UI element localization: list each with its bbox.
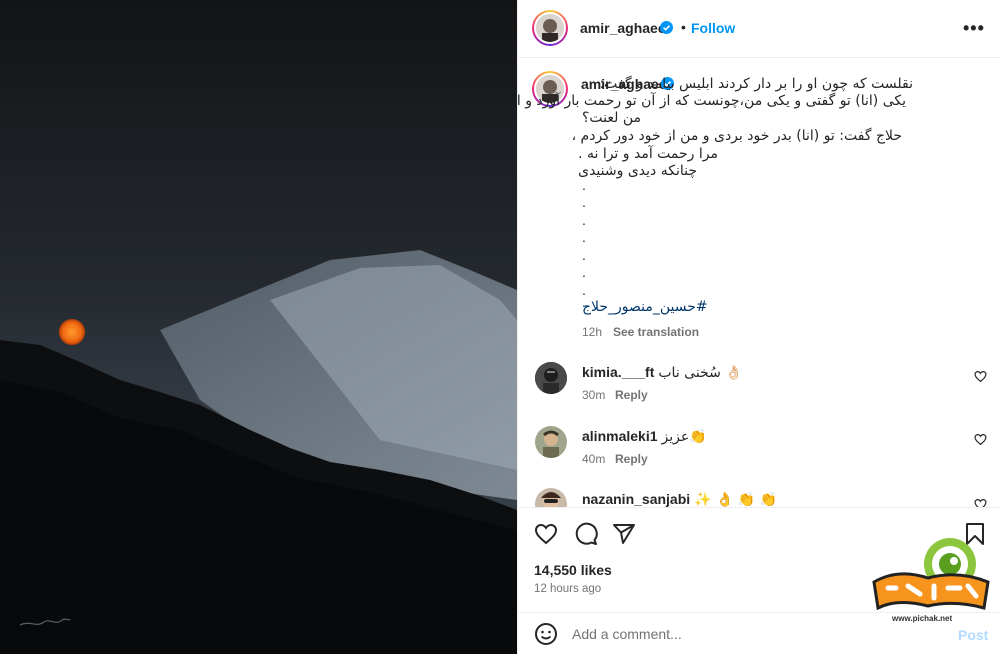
author-avatar[interactable]: [532, 10, 568, 46]
more-icon[interactable]: •••: [963, 18, 985, 39]
caption-line: نقلست که چون او را بر دار کردند ابلیس بی…: [599, 76, 913, 92]
heart-icon[interactable]: [974, 370, 987, 383]
comment-text: سُخنی ناب 👌🏻: [658, 365, 743, 381]
caption-dot: .: [582, 194, 586, 210]
comment-username[interactable]: nazanin_sanjabi: [582, 491, 690, 507]
caption-hashtag[interactable]: #حسین_منصور_حلاج: [582, 299, 708, 315]
caption-line: من لعنت؟: [581, 110, 641, 126]
avatar-photo-icon: [535, 362, 567, 394]
comment-row: kimia.___ft سُخنی ناب 👌🏻: [582, 364, 743, 381]
caption-line: مرا رحمت آمد و ترا نه .: [578, 146, 718, 162]
emoji-icon[interactable]: [534, 622, 558, 646]
caption-line: حلاج گفت: تو (انا) بدر خود بردی و من از …: [571, 128, 902, 144]
pichak-logo-icon: [872, 538, 990, 611]
post-photo[interactable]: [0, 0, 517, 654]
comment-row: nazanin_sanjabi ✨ 👌 👏 👏: [582, 491, 777, 507]
caption-time[interactable]: 12h: [582, 325, 602, 339]
caption-line: چنانکه دیدی وشنیدی: [578, 163, 697, 179]
caption-dot: .: [582, 282, 586, 298]
caption-dot: .: [582, 177, 586, 193]
comment-username[interactable]: alinmaleki1: [582, 428, 658, 444]
caption-line: یکی (انا) تو گفتی و یکی من،چونست که از آ…: [518, 93, 906, 109]
share-icon[interactable]: [612, 522, 636, 546]
comment-text: عزیز👏: [661, 429, 707, 445]
heart-icon[interactable]: [974, 433, 987, 446]
comment-time[interactable]: 40m: [582, 452, 605, 466]
comment-avatar[interactable]: [535, 362, 567, 394]
follow-button[interactable]: Follow: [691, 20, 735, 36]
comment-input[interactable]: [572, 623, 932, 645]
comment-icon[interactable]: [574, 522, 598, 546]
pichak-watermark-logo: www.pichak.net: [868, 536, 994, 626]
see-translation-button[interactable]: See translation: [613, 325, 699, 339]
header-separator: •: [681, 19, 686, 35]
post-header: amir_aghaee • Follow •••: [518, 0, 1000, 58]
post-comment-button[interactable]: Post: [958, 627, 988, 643]
caption-dot: .: [582, 247, 586, 263]
comment-time[interactable]: 30m: [582, 388, 605, 402]
caption-dot: .: [582, 212, 586, 228]
author-username[interactable]: amir_aghaee: [580, 20, 666, 36]
caption-dot: .: [582, 229, 586, 245]
heart-icon[interactable]: [534, 522, 558, 546]
comment-avatar[interactable]: [535, 488, 567, 507]
sunset-mountain-image: [0, 0, 517, 654]
watermark-url: www.pichak.net: [892, 614, 953, 623]
reply-button[interactable]: Reply: [615, 388, 648, 402]
reply-button[interactable]: Reply: [615, 452, 648, 466]
avatar-photo-icon: [535, 488, 567, 507]
verified-icon: [660, 21, 673, 34]
comments-scroll-area[interactable]: amir_aghaee نقلست که چون او را بر دار کر…: [518, 59, 1000, 507]
avatar-photo-icon: [535, 426, 567, 458]
comment-row: alinmaleki1 عزیز👏: [582, 428, 707, 445]
comment-username[interactable]: kimia.___ft: [582, 364, 654, 380]
likes-count[interactable]: 14,550 likes: [534, 562, 612, 578]
post-timestamp[interactable]: 12 hours ago: [534, 583, 601, 595]
heart-icon[interactable]: [974, 498, 987, 507]
comment-text: ✨ 👌 👏 👏: [694, 492, 778, 507]
avatar-face-icon: [536, 14, 564, 42]
caption-dot: .: [582, 264, 586, 280]
comment-avatar[interactable]: [535, 426, 567, 458]
